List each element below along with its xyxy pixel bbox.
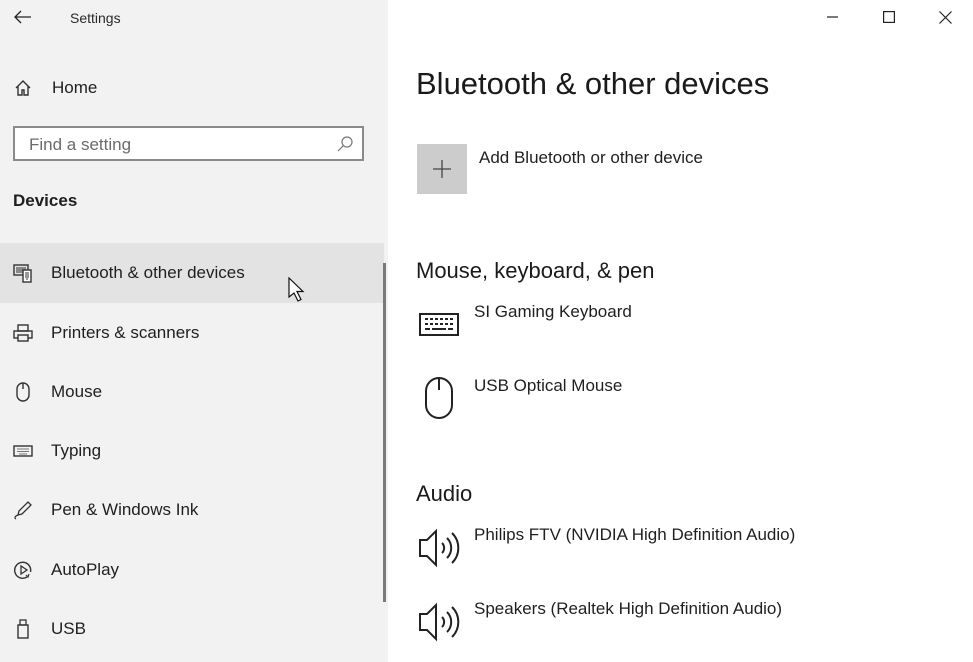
device-name: Speakers (Realtek High Definition Audio) [474,599,783,618]
close-icon [938,10,952,24]
sidebar-item-mouse[interactable]: Mouse [0,362,384,422]
minimize-button[interactable] [805,0,861,34]
speaker-icon [419,528,460,568]
maximize-icon [883,11,895,23]
plus-icon [433,160,451,178]
device-item[interactable]: Philips FTV (NVIDIA High Definition Audi… [416,525,856,581]
sidebar-item-label: USB [51,619,86,638]
close-button[interactable] [917,0,973,34]
keyboard-icon [419,313,459,336]
search-icon[interactable] [336,135,354,153]
home-label: Home [52,78,98,97]
sidebar-item-bluetooth[interactable]: Bluetooth & other devices [0,243,384,303]
add-device-label: Add Bluetooth or other device [479,148,703,167]
device-item[interactable]: USB Optical Mouse [416,376,856,432]
sidebar: Settings Home Devices Bluetooth & other … [0,0,388,662]
mouse-icon [425,377,453,419]
keyboard-icon [13,445,33,457]
sidebar-item-autoplay[interactable]: AutoPlay [0,540,384,600]
group-title-audio: Audio [416,481,473,506]
home-icon [15,80,31,96]
section-title: Devices [13,191,78,210]
device-name: Philips FTV (NVIDIA High Definition Audi… [474,525,796,544]
sidebar-item-label: Bluetooth & other devices [51,263,245,282]
printer-icon [13,324,33,342]
add-device-tile[interactable] [417,144,467,194]
device-name: SI Gaming Keyboard [474,302,632,321]
bluetooth-devices-icon [13,264,32,283]
search-box[interactable] [13,126,364,161]
sidebar-item-label: AutoPlay [51,560,120,579]
search-input[interactable] [27,132,331,158]
app-title: Settings [70,10,121,26]
back-button[interactable] [10,4,36,30]
sidebar-item-typing[interactable]: Typing [0,421,384,481]
speaker-icon [419,602,460,642]
sidebar-item-pen[interactable]: Pen & Windows Ink [0,480,384,540]
sidebar-item-label: Typing [51,441,102,460]
sidebar-item-printers[interactable]: Printers & scanners [0,303,384,363]
sidebar-item-label: Printers & scanners [51,323,200,342]
sidebar-item-label: Pen & Windows Ink [51,500,199,519]
sidebar-scrollbar[interactable] [383,263,386,602]
pen-icon [14,501,32,520]
page-title: Bluetooth & other devices [416,66,770,101]
minimize-icon [827,16,838,18]
usb-icon [17,619,29,639]
sidebar-item-label: Mouse [51,382,103,401]
device-item[interactable]: SI Gaming Keyboard [416,302,856,358]
add-device-button[interactable]: Add Bluetooth or other device [417,143,747,195]
autoplay-icon [14,561,32,579]
back-arrow-icon [14,10,31,24]
group-title-mouse-keyboard-pen: Mouse, keyboard, & pen [416,258,655,283]
window-controls [805,0,973,34]
sidebar-item-usb[interactable]: USB [0,599,384,659]
sidebar-item-home[interactable]: Home [0,68,388,108]
device-name: USB Optical Mouse [474,376,623,395]
mouse-cursor-icon [288,277,305,302]
mouse-icon [16,382,30,402]
maximize-button[interactable] [861,0,917,34]
device-item[interactable]: Speakers (Realtek High Definition Audio) [416,599,856,655]
